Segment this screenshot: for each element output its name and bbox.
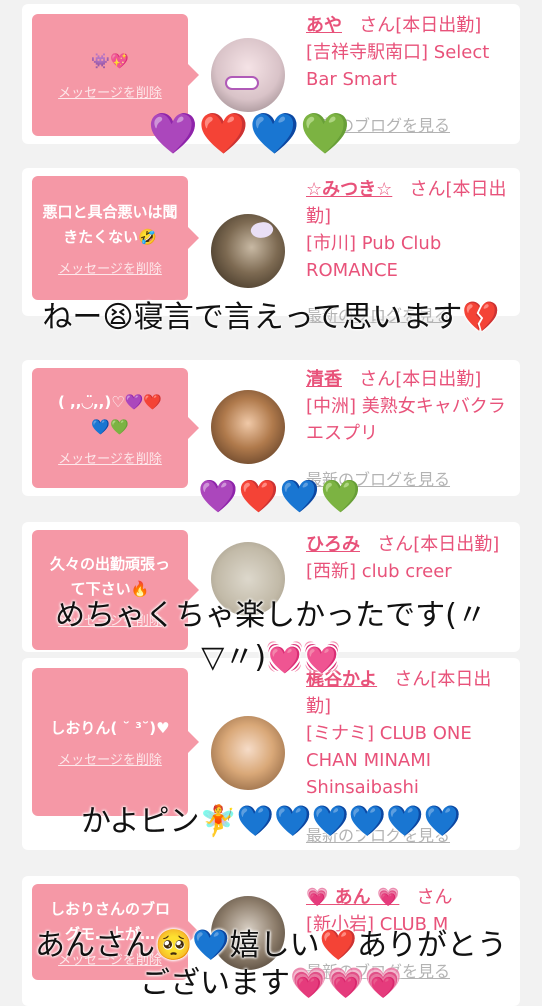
message-bubble: しおりん( ˘ ³˘)♥ メッセージを削除 — [32, 668, 199, 816]
avatar[interactable] — [211, 716, 285, 790]
cast-name-link[interactable]: 💗 あん 💗 — [306, 887, 399, 908]
message-text: ( ,,◡̈,,)♡💜❤️💙💚 — [57, 392, 163, 436]
shop-name: [西新] club creer — [306, 561, 452, 582]
shop-name: [ミナミ] CLUB ONE CHAN MINAMI Shinsaibashi — [306, 723, 472, 798]
cast-info: 清香 さん[本日出勤] [中洲] 美熟女キャバクラ エスプリ — [306, 366, 512, 447]
cast-name-link[interactable]: 清香 — [306, 369, 342, 390]
caption-text: ございます💗💗💗 — [139, 966, 403, 1001]
hearts-sticker: 💜❤️💙💚 — [198, 477, 362, 515]
avatar[interactable] — [211, 38, 285, 112]
delete-message-link[interactable]: メッセージを削除 — [58, 448, 162, 467]
message-bubble: ( ,,◡̈,,)♡💜❤️💙💚 メッセージを削除 — [32, 368, 199, 488]
caption-text: ねー😫寝言で言えって思います💔 — [42, 300, 500, 335]
honorific: さん — [359, 15, 396, 36]
cast-info: ☆みつき☆ さん[本日出勤] [市川] Pub Club ROMANCE — [306, 176, 512, 284]
caption-text: めちゃくちゃ楽しかったです(〃 — [55, 598, 487, 633]
honorific: さん — [377, 534, 414, 555]
message-text: 悪口と具合悪いは聞きたくない🤣 — [42, 202, 178, 246]
delete-message-link[interactable]: メッセージを削除 — [58, 82, 162, 101]
honorific: さん — [409, 179, 446, 200]
cast-info: 梶谷かよ さん[本日出勤] [ミナミ] CLUB ONE CHAN MINAMI… — [306, 666, 512, 801]
shop-name: [市川] Pub Club ROMANCE — [306, 233, 442, 281]
caption-text: かよピン🧚💙💙💙💙💙💙 — [81, 804, 461, 839]
cast-name-link[interactable]: ひろみ — [306, 534, 360, 555]
shop-name: [中洲] 美熟女キャバクラ エスプリ — [306, 396, 506, 444]
honorific: さん — [416, 887, 453, 908]
cast-name-link[interactable]: ☆みつき☆ — [306, 179, 392, 200]
delete-message-link[interactable]: メッセージを削除 — [58, 258, 162, 277]
hearts-sticker: 💜❤️💙💚 — [148, 111, 352, 157]
cast-info: ひろみ さん[本日出勤] [西新] club creer — [306, 531, 512, 585]
honorific: さん — [359, 369, 396, 390]
message-text: 👾💖 — [91, 52, 129, 70]
avatar[interactable] — [211, 390, 285, 464]
work-status: [本日出勤] — [413, 534, 500, 555]
work-status: [本日出勤] — [395, 15, 482, 36]
caption-text: ▽〃)💓💓 — [201, 640, 341, 675]
message-text: しおりん( ˘ ³˘)♥ — [50, 719, 170, 737]
avatar[interactable] — [211, 214, 285, 288]
cast-info: あや さん[本日出勤] [吉祥寺駅南口] Select Bar Smart — [306, 12, 512, 93]
message-bubble: 悪口と具合悪いは聞きたくない🤣 メッセージを削除 — [32, 176, 199, 300]
cast-name-link[interactable]: あや — [306, 15, 342, 36]
delete-message-link[interactable]: メッセージを削除 — [58, 749, 162, 768]
shop-name: [吉祥寺駅南口] Select Bar Smart — [306, 42, 490, 90]
work-status: [本日出勤] — [395, 369, 482, 390]
